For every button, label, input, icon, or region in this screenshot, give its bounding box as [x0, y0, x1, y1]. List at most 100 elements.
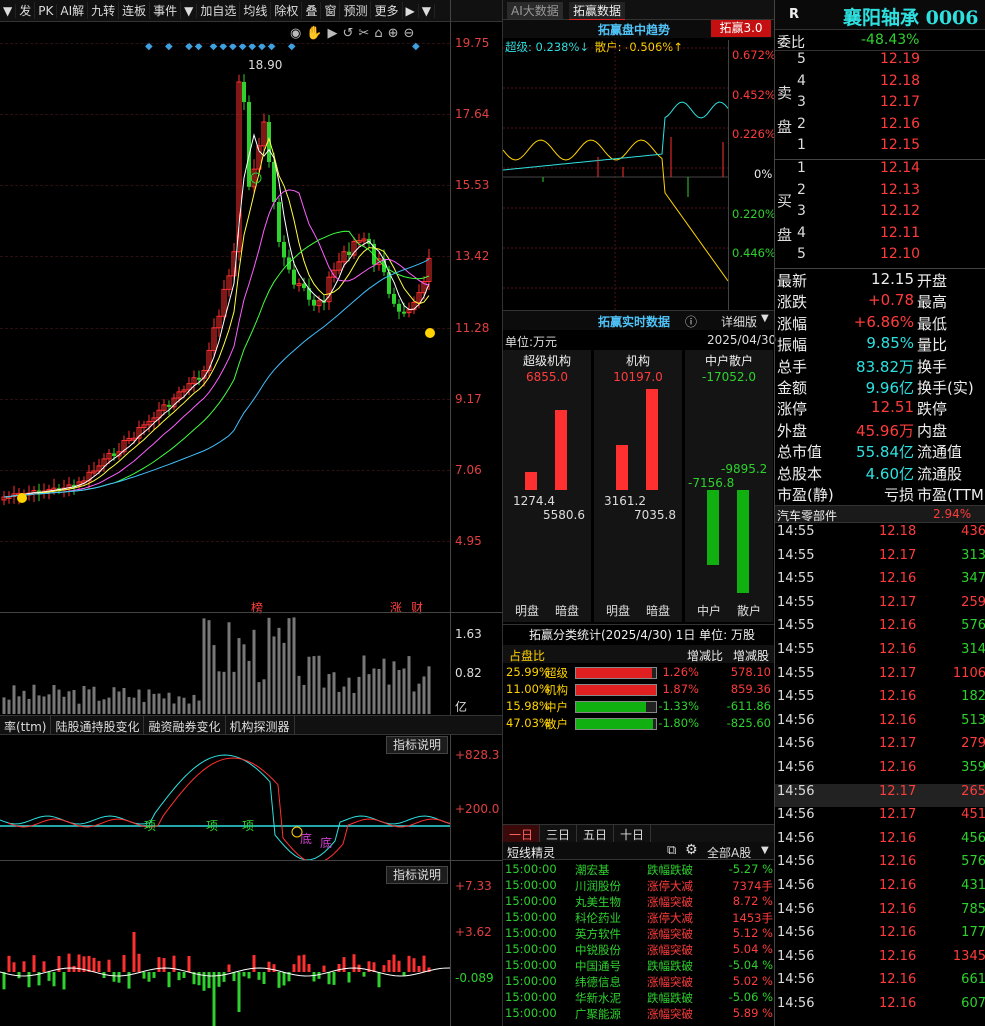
indicator-chart-2[interactable]	[0, 862, 450, 1026]
stat-shares: 859.36	[730, 682, 771, 696]
tab-hk-connect[interactable]: 陆股通持股变化	[51, 716, 145, 734]
sprite-row[interactable]: 15:00:00 潮宏基 跌幅跌破 -5.27 %	[503, 862, 775, 878]
tick-row: 14:55 12.16 347	[775, 571, 985, 595]
toolbar-item[interactable]: 加自选	[197, 2, 241, 19]
toolbar-item[interactable]: 除权	[271, 2, 303, 19]
toolbar-item[interactable]: ▶	[403, 3, 419, 18]
tab-ai-data[interactable]: AI大数据	[507, 2, 563, 19]
tick-volume: 451	[961, 807, 985, 823]
tab-margin[interactable]: 融资融券变化	[144, 716, 226, 734]
indicator-tabs: 率(ttm) 陆股通持股变化 融资融券变化 机构探测器	[0, 715, 502, 735]
sprite-row[interactable]: 15:00:00 广聚能源 涨幅突破 5.89 %	[503, 1006, 775, 1022]
price-axis: 19.75 17.64 15.53 13.42 11.28 9.17 7.06 4.95	[450, 22, 502, 612]
stat-name: 散户	[545, 717, 568, 731]
sprite-row[interactable]: 15:00:00 纬德信息 涨幅突破 5.02 %	[503, 974, 775, 990]
sector-name: 汽车零部件	[777, 509, 838, 523]
day-tab[interactable]: 五日	[577, 825, 615, 842]
tick-time: 14:56	[777, 783, 815, 799]
detail-dropdown[interactable]: 详细版	[721, 313, 757, 330]
bar-dark	[555, 410, 567, 490]
trend-badge[interactable]: 拓赢3.0	[711, 20, 771, 37]
sprite-event: 涨停大减	[647, 879, 693, 893]
sprite-row[interactable]: 15:00:00 丸美生物 涨幅突破 8.72 %	[503, 894, 775, 910]
toolbar-item[interactable]: 叠	[302, 2, 322, 19]
tab-pe-ttm[interactable]: 率(ttm)	[0, 716, 52, 734]
toolbar-item[interactable]: 预测	[340, 2, 372, 19]
tab-institution[interactable]: 机构探测器	[226, 716, 295, 734]
sprite-header: 短线精灵 ⧉ ⚙ 全部A股 ▼	[503, 842, 775, 860]
sprite-row[interactable]: 15:00:00 英方软件 涨幅突破 5.12 %	[503, 926, 775, 942]
expand-icon[interactable]: ⧉	[667, 843, 676, 858]
day-tab[interactable]: 一日	[503, 825, 541, 842]
toolbar-item[interactable]: 更多	[371, 2, 403, 19]
stat-line: 总手 83.82万 换手	[775, 355, 985, 376]
sprite-row[interactable]: 15:00:00 中锐股份 涨幅突破 5.04 %	[503, 942, 775, 958]
day-tab[interactable]: 三日	[540, 825, 578, 842]
toolbar-item[interactable]: 均线	[240, 2, 272, 19]
stat-ratio: -1.33%	[658, 699, 699, 713]
ind2-tick: +7.33	[455, 879, 492, 893]
stats-head: 增减股	[733, 649, 770, 663]
tick-row: 14:56 12.16 359	[775, 760, 985, 784]
order-level: 1 12.14	[775, 160, 985, 182]
toolbar-item[interactable]: 九转	[88, 2, 120, 19]
toolbar-item[interactable]: 窗	[321, 2, 341, 19]
sprite-row[interactable]: 15:00:00 科伦药业 涨停大减 1453手	[503, 910, 775, 926]
toolbar-item[interactable]: ▼	[419, 3, 435, 18]
sprite-time: 15:00:00	[505, 910, 557, 924]
order-level: 4 12.18	[775, 73, 985, 95]
sprite-row[interactable]: 15:00:00 中国通号 跌幅跌破 -5.04 %	[503, 958, 775, 974]
tick-price: 12.16	[879, 760, 917, 775]
stat-key-2: 跌停	[917, 400, 948, 419]
toolbar-item[interactable]: 连板	[119, 2, 151, 19]
tick-price: 12.16	[879, 972, 917, 988]
info-icon[interactable]: ⓘ	[685, 313, 697, 330]
chevron-down-icon[interactable]: ▼	[761, 313, 769, 324]
sprite-list: 15:00:00 潮宏基 跌幅跌破 -5.27 % 15:00:00 川润股份 涨停大减 73…	[503, 862, 775, 1026]
stat-key: 金额	[777, 379, 808, 397]
toolbar-item[interactable]: AI解	[57, 2, 89, 19]
tick-time: 14:55	[777, 594, 815, 610]
tab-tuoying-data[interactable]: 拓赢数据	[569, 2, 626, 21]
tick-list[interactable]: 14:55 12.18 436 14:55 12.17 313 14:55 12.16 347 1…	[775, 524, 985, 1026]
chevron-down-icon[interactable]: ▼	[761, 845, 769, 856]
tick-volume: 182	[961, 689, 985, 705]
sprite-event: 涨幅突破	[647, 943, 693, 957]
stat-line: 金额 9.96亿 换手(实)	[775, 376, 985, 397]
tick-volume: 279	[961, 736, 985, 752]
tick-price: 12.16	[879, 642, 917, 657]
mark: 项	[206, 819, 219, 833]
kline-panel[interactable]: ▼ 发 PK AI解 九转 连板 事件 ▼ 加自选 均线 除权叠窗预测 更多 ▶ ▼ ◉✋▶↺✂⌂⊕⊖ ◆…	[0, 0, 502, 1026]
stat-key: 总手	[777, 357, 808, 376]
toolbar-item[interactable]: 事件	[150, 2, 182, 19]
tick-row: 14:56 12.16 513	[775, 713, 985, 737]
sector-row[interactable]: 汽车零部件 2.94%	[775, 505, 985, 523]
level-num: 1	[797, 160, 806, 176]
gear-icon[interactable]: ⚙	[685, 842, 698, 858]
bar-dark	[646, 389, 658, 490]
toolbar-item[interactable]: ▼	[181, 3, 198, 18]
stat-bar-fill	[576, 685, 656, 695]
indicator-chart-1[interactable]	[0, 740, 450, 860]
sprite-name: 华新水泥	[575, 991, 621, 1005]
stat-key-2: 流通股	[917, 464, 963, 483]
tick-volume: 456	[961, 830, 985, 846]
stock-title[interactable]: 襄阳轴承 0006	[843, 3, 979, 30]
stat-key-2: 量比	[917, 336, 948, 355]
candlestick-chart[interactable]	[0, 22, 450, 612]
toolbar-item[interactable]: 发	[16, 2, 36, 19]
day-tab[interactable]: 十日	[614, 825, 652, 842]
sprite-row[interactable]: 15:00:00 川润股份 涨停大减 7374手	[503, 878, 775, 894]
filter-dropdown[interactable]: 全部A股	[707, 844, 751, 861]
tick-time: 14:55	[777, 524, 815, 539]
stat-ratio: 1.26%	[662, 665, 699, 679]
axis-label-2: 暗盘	[555, 604, 580, 618]
trend-chart[interactable]	[503, 40, 728, 310]
toolbar-item[interactable]: PK	[35, 3, 58, 18]
level-num: 5	[797, 51, 806, 67]
stat-key-2: 流通值	[917, 443, 963, 462]
toolbar-item[interactable]: ▼	[0, 3, 17, 18]
sprite-row[interactable]: 15:00:00 华新水泥 跌幅跌破 -5.06 %	[503, 990, 775, 1006]
tick-price: 12.16	[879, 878, 917, 893]
volume-chart[interactable]	[0, 614, 450, 714]
